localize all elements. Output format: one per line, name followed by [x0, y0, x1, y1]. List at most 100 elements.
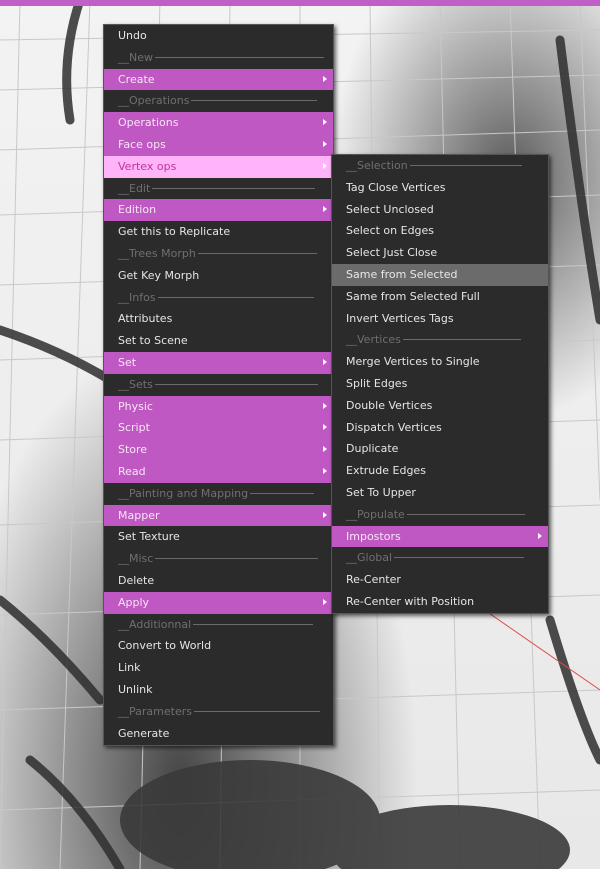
menu-item-link[interactable]: Link: [104, 657, 333, 679]
menu-item-duplicate[interactable]: Duplicate: [332, 438, 548, 460]
menu-item-invert-vertices-tags[interactable]: Invert Vertices Tags: [332, 308, 548, 330]
menu-item-mapper[interactable]: Mapper: [104, 504, 333, 527]
chevron-right-icon: [323, 598, 327, 605]
separator-line: [191, 90, 318, 102]
menu-item-extrude-edges[interactable]: Extrude Edges: [332, 460, 548, 482]
chevron-right-icon: [538, 532, 542, 539]
menu-item-label: Set Texture: [118, 530, 180, 544]
menu-item-get-key-morph[interactable]: Get Key Morph: [104, 265, 333, 287]
menu-item-attributes[interactable]: Attributes: [104, 308, 333, 330]
menu-item-label: Script: [118, 421, 150, 435]
separator-line: [193, 614, 313, 625]
menu-item-label: Re-Center: [346, 573, 401, 587]
menu-item-select-just-close[interactable]: Select Just Close: [332, 242, 548, 264]
menu-item-label: __Sets: [118, 377, 153, 391]
menu-item-set-texture[interactable]: Set Texture: [104, 526, 333, 548]
menu-item-re-center-with-position[interactable]: Re-Center with Position: [332, 591, 548, 613]
menu-item-label: Vertex ops: [118, 159, 177, 173]
menu-item-label: Dispatch Vertices: [346, 420, 442, 434]
separator-line: [402, 329, 521, 341]
menu-item-label: Extrude Edges: [346, 464, 426, 478]
menu-item-label: __Misc: [118, 552, 154, 566]
separator-line: [154, 374, 318, 385]
menu-item-face-ops[interactable]: Face ops: [104, 133, 333, 156]
menu-item-store[interactable]: Store: [104, 439, 333, 461]
menu-item-label: Create: [118, 72, 155, 86]
menu-item-label: Set: [118, 355, 137, 369]
menu-item-select-unclosed[interactable]: Select Unclosed: [332, 199, 548, 221]
menu-item-label: Unlink: [118, 682, 153, 696]
menu-item-undo[interactable]: Undo: [104, 25, 333, 47]
chevron-right-icon: [323, 162, 327, 169]
menu-item-label: Set to Scene: [118, 334, 188, 348]
menu-separator-vertices: __Vertices: [332, 329, 548, 351]
menu-item-impostors[interactable]: Impostors: [332, 525, 548, 548]
separator-line: [250, 483, 314, 494]
menu-item-label: Link: [118, 661, 141, 675]
menu-item-merge-vertices-to-single[interactable]: Merge Vertices to Single: [332, 351, 548, 373]
menu-item-label: Re-Center with Position: [346, 594, 475, 608]
menu-item-label: Select Just Close: [346, 246, 438, 260]
menu-item-label: Same from Selected Full: [346, 289, 480, 303]
menu-item-script[interactable]: Script: [104, 417, 333, 440]
menu-item-edition[interactable]: Edition: [104, 199, 333, 222]
menu-item-label: Get Key Morph: [118, 268, 200, 282]
menu-separator-trees-morph: __Trees Morph: [104, 243, 333, 265]
menu-item-apply[interactable]: Apply: [104, 591, 333, 614]
chevron-right-icon: [323, 75, 327, 82]
menu-item-set[interactable]: Set: [104, 351, 333, 374]
menu-separator-global: __Global: [332, 547, 548, 569]
menu-item-label: __Operations: [118, 94, 190, 108]
menu-item-split-edges[interactable]: Split Edges: [332, 373, 548, 395]
top-accent-bar: [0, 0, 600, 6]
menu-item-same-from-selected[interactable]: Same from Selected: [332, 263, 548, 286]
menu-item-set-to-scene[interactable]: Set to Scene: [104, 330, 333, 352]
separator-line: [409, 155, 522, 166]
separator-line: [193, 701, 320, 712]
menu-item-label: Duplicate: [346, 442, 399, 456]
menu-item-select-on-edges[interactable]: Select on Edges: [332, 220, 548, 242]
chevron-right-icon: [323, 119, 327, 126]
menu-item-dispatch-vertices[interactable]: Dispatch Vertices: [332, 417, 548, 439]
menu-item-label: Split Edges: [346, 376, 408, 390]
menu-item-delete[interactable]: Delete: [104, 570, 333, 592]
menu-item-label: __Global: [346, 551, 393, 565]
menu-item-label: Get this to Replicate: [118, 225, 231, 239]
menu-separator-parameters: __Parameters: [104, 701, 333, 723]
menu-item-tag-close-vertices[interactable]: Tag Close Vertices: [332, 177, 548, 199]
menu-item-re-center[interactable]: Re-Center: [332, 569, 548, 591]
menu-item-read[interactable]: Read: [104, 460, 333, 483]
menu-item-vertex-ops[interactable]: Vertex ops: [104, 155, 333, 178]
menu-item-label: Set To Upper: [346, 485, 416, 499]
menu-item-get-this-to-replicate[interactable]: Get this to Replicate: [104, 221, 333, 243]
menu-item-label: Attributes: [118, 312, 173, 326]
menu-item-label: Mapper: [118, 508, 160, 522]
menu-separator-misc: __Misc: [104, 548, 333, 570]
menu-item-create[interactable]: Create: [104, 68, 333, 91]
menu-separator-selection: __Selection: [332, 155, 548, 177]
menu-item-label: __Selection: [346, 159, 408, 172]
menu-item-label: __Vertices: [346, 333, 401, 347]
context-menu: Undo __New Create __Operations Operations Fac…: [103, 24, 334, 746]
menu-item-label: Edition: [118, 203, 157, 217]
menu-separator-edit: __Edit: [104, 178, 333, 200]
menu-item-set-to-upper[interactable]: Set To Upper: [332, 482, 548, 504]
menu-item-label: Delete: [118, 573, 155, 587]
menu-item-physic[interactable]: Physic: [104, 395, 333, 418]
menu-item-unlink[interactable]: Unlink: [104, 679, 333, 701]
menu-item-same-from-selected-full[interactable]: Same from Selected Full: [332, 286, 548, 308]
menu-item-generate[interactable]: Generate: [104, 723, 333, 745]
menu-item-label: Tag Close Vertices: [346, 180, 446, 194]
menu-item-convert-to-world[interactable]: Convert to World: [104, 635, 333, 657]
menu-item-double-vertices[interactable]: Double Vertices: [332, 395, 548, 417]
menu-item-label: Store: [118, 443, 148, 457]
menu-separator-painting-and-mapping: __Painting and Mapping: [104, 483, 333, 505]
separator-line: [394, 547, 525, 559]
menu-item-label: Undo: [118, 29, 147, 42]
separator-line: [157, 287, 315, 298]
menu-separator-new: __New: [104, 47, 333, 69]
menu-item-label: __Painting and Mapping: [118, 486, 249, 500]
menu-item-label: Apply: [118, 595, 150, 609]
menu-item-operations[interactable]: Operations: [104, 112, 333, 134]
menu-item-label: __Populate: [346, 507, 405, 521]
